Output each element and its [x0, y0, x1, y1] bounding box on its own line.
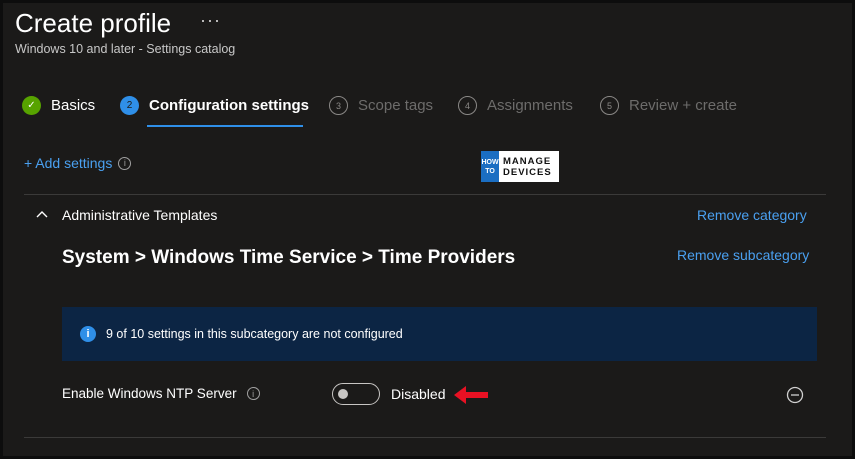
- enable-ntp-server-toggle[interactable]: [332, 383, 380, 405]
- setting-row-label: Enable Windows NTP Server i: [62, 386, 260, 401]
- section-divider: [24, 437, 826, 438]
- step-label: Configuration settings: [149, 97, 309, 114]
- logo-text: MANAGE DEVICES: [503, 155, 552, 178]
- step-label: Assignments: [487, 97, 573, 114]
- page-title: Create profile: [15, 8, 172, 38]
- info-icon: i: [80, 326, 96, 342]
- add-settings-label: + Add settings: [24, 155, 113, 171]
- step-label: Basics: [51, 97, 96, 114]
- step-scope-tags[interactable]: 3 Scope tags: [329, 96, 433, 115]
- logo-badge: HOW TO: [481, 151, 499, 182]
- toggle-state-label: Disabled: [391, 386, 446, 402]
- step-number-icon: 3: [329, 96, 348, 115]
- page-subtitle: Windows 10 and later - Settings catalog: [15, 42, 236, 56]
- info-icon[interactable]: i: [246, 387, 260, 400]
- checkmark-icon: ✓: [22, 96, 41, 115]
- info-message-text: 9 of 10 settings in this subcategory are…: [106, 327, 403, 341]
- info-icon[interactable]: i: [118, 156, 132, 170]
- step-label: Review + create: [629, 97, 737, 114]
- step-label: Scope tags: [358, 97, 434, 114]
- step-assignments[interactable]: 4 Assignments: [458, 96, 573, 115]
- step-basics[interactable]: ✓ Basics: [22, 96, 95, 115]
- step-review-create[interactable]: 5 Review + create: [600, 96, 737, 115]
- category-label[interactable]: Administrative Templates: [62, 207, 217, 223]
- step-number-icon: 4: [458, 96, 477, 115]
- toggle-knob: [338, 389, 348, 399]
- chevron-up-icon[interactable]: [36, 208, 48, 220]
- minus-circle-icon[interactable]: [786, 386, 804, 404]
- step-number-icon: 2: [120, 96, 139, 115]
- watermark-logo: HOW TO MANAGE DEVICES: [481, 151, 559, 182]
- add-settings-link[interactable]: + Add settings i: [24, 155, 132, 171]
- section-divider: [24, 194, 826, 195]
- setting-name: Enable Windows NTP Server: [62, 386, 237, 401]
- more-options-button[interactable]: ···: [200, 10, 221, 31]
- step-number-icon: 5: [600, 96, 619, 115]
- red-arrow-icon: [454, 386, 488, 404]
- info-message-bar: i 9 of 10 settings in this subcategory a…: [62, 307, 817, 361]
- remove-subcategory-link[interactable]: Remove subcategory: [677, 247, 809, 263]
- remove-category-link[interactable]: Remove category: [697, 207, 807, 223]
- active-step-indicator: [147, 125, 303, 127]
- step-configuration-settings[interactable]: 2 Configuration settings: [120, 96, 309, 115]
- subcategory-title: System > Windows Time Service > Time Pro…: [62, 247, 516, 268]
